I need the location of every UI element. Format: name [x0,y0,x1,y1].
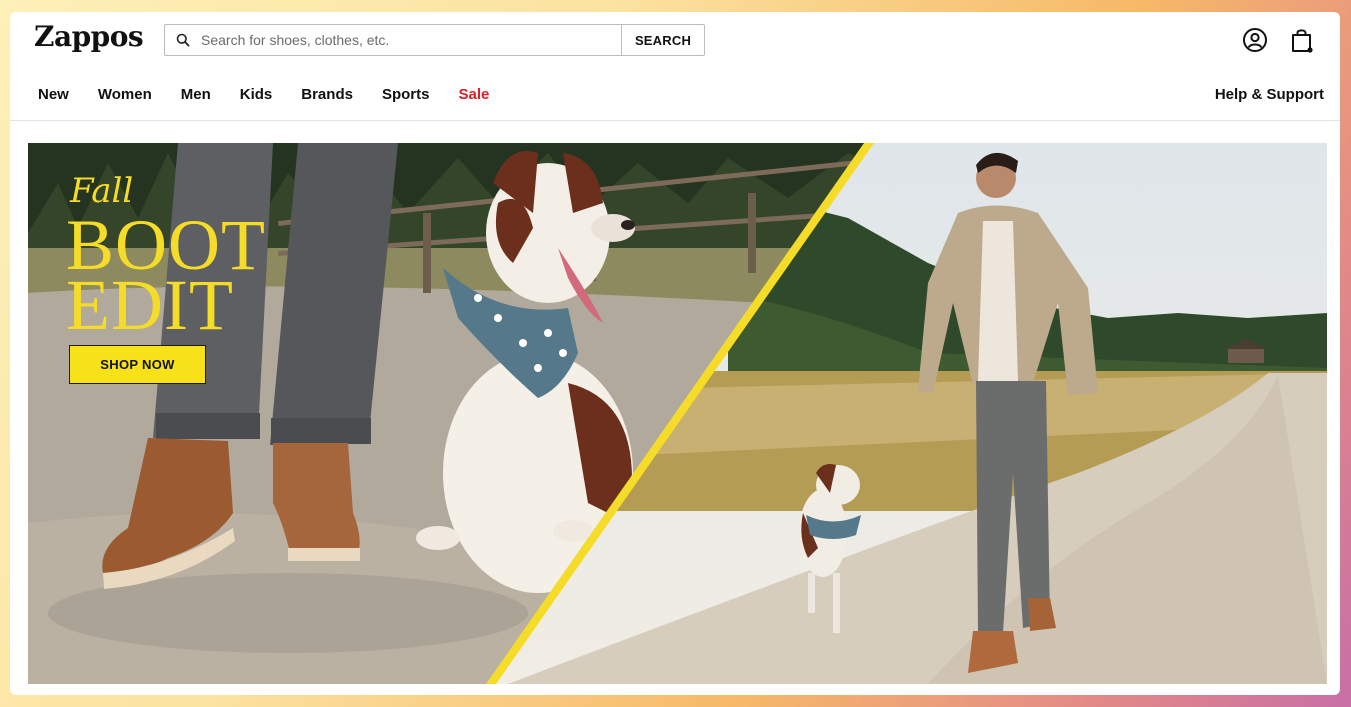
search-icon [165,25,201,55]
nav-item-sports[interactable]: Sports [382,86,430,103]
nav-item-new[interactable]: New [38,86,69,103]
help-support-link[interactable]: Help & Support [1215,86,1324,103]
hero-banner[interactable]: Fall BOOT EDIT SHOP NOW [28,143,1327,684]
nav-item-brands[interactable]: Brands [301,86,353,103]
search-button[interactable]: SEARCH [621,25,704,55]
nav-item-women[interactable]: Women [98,86,152,103]
cart-icon[interactable] [1288,26,1316,54]
account-icon[interactable] [1241,26,1269,54]
nav-item-men[interactable]: Men [181,86,211,103]
header-divider [10,120,1340,121]
nav-item-sale[interactable]: Sale [458,86,489,103]
search-input[interactable] [201,25,621,55]
main-nav: New Women Men Kids Brands Sports Sale [38,86,518,103]
browser-page: Zappos SEARCH New Women Men Kids Brands … [10,12,1340,695]
zappos-logo[interactable]: Zappos [34,20,144,53]
promo-title-edit: EDIT [66,265,234,345]
nav-item-kids[interactable]: Kids [240,86,273,103]
search-bar: SEARCH [164,24,705,56]
shop-now-button[interactable]: SHOP NOW [69,345,206,384]
